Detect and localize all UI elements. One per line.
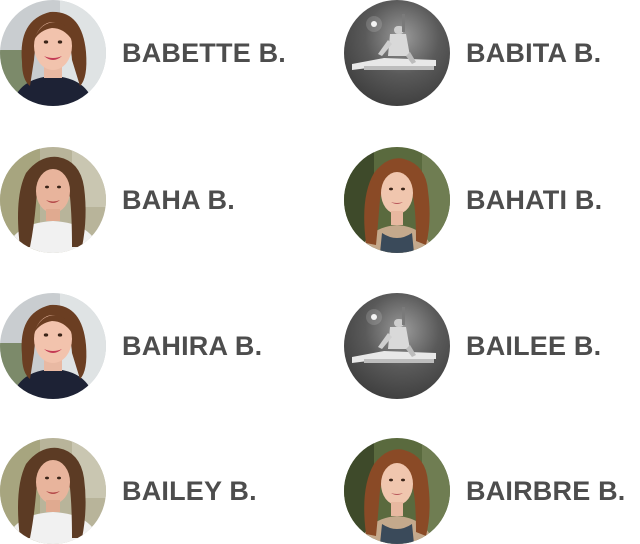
profile-card-bahati[interactable]: BAHATI B. xyxy=(344,147,602,253)
profile-name[interactable]: BAILEY B. xyxy=(122,476,257,507)
profile-card-bailey[interactable]: BAILEY B. xyxy=(0,438,257,544)
profile-grid: BABETTE B. BABITA B. BAHA B. BAHATI B. B… xyxy=(0,0,640,544)
avatar[interactable] xyxy=(0,0,106,106)
avatar[interactable] xyxy=(0,147,106,253)
profile-name[interactable]: BAHATI B. xyxy=(466,185,602,216)
profile-name[interactable]: BABETTE B. xyxy=(122,38,286,69)
avatar[interactable] xyxy=(344,438,450,544)
profile-name[interactable]: BAHA B. xyxy=(122,185,235,216)
avatar[interactable] xyxy=(344,293,450,399)
profile-card-bailee[interactable]: BAILEE B. xyxy=(344,293,601,399)
profile-name[interactable]: BAIRBRE B. xyxy=(466,476,626,507)
avatar[interactable] xyxy=(344,147,450,253)
profile-card-baha[interactable]: BAHA B. xyxy=(0,147,235,253)
avatar[interactable] xyxy=(0,293,106,399)
avatar[interactable] xyxy=(344,0,450,106)
profile-card-bairbre[interactable]: BAIRBRE B. xyxy=(344,438,626,544)
profile-name[interactable]: BABITA B. xyxy=(466,38,601,69)
profile-name[interactable]: BAHIRA B. xyxy=(122,331,262,362)
profile-name[interactable]: BAILEE B. xyxy=(466,331,601,362)
profile-card-bahira[interactable]: BAHIRA B. xyxy=(0,293,262,399)
avatar[interactable] xyxy=(0,438,106,544)
profile-card-babette[interactable]: BABETTE B. xyxy=(0,0,286,106)
profile-card-babita[interactable]: BABITA B. xyxy=(344,0,601,106)
